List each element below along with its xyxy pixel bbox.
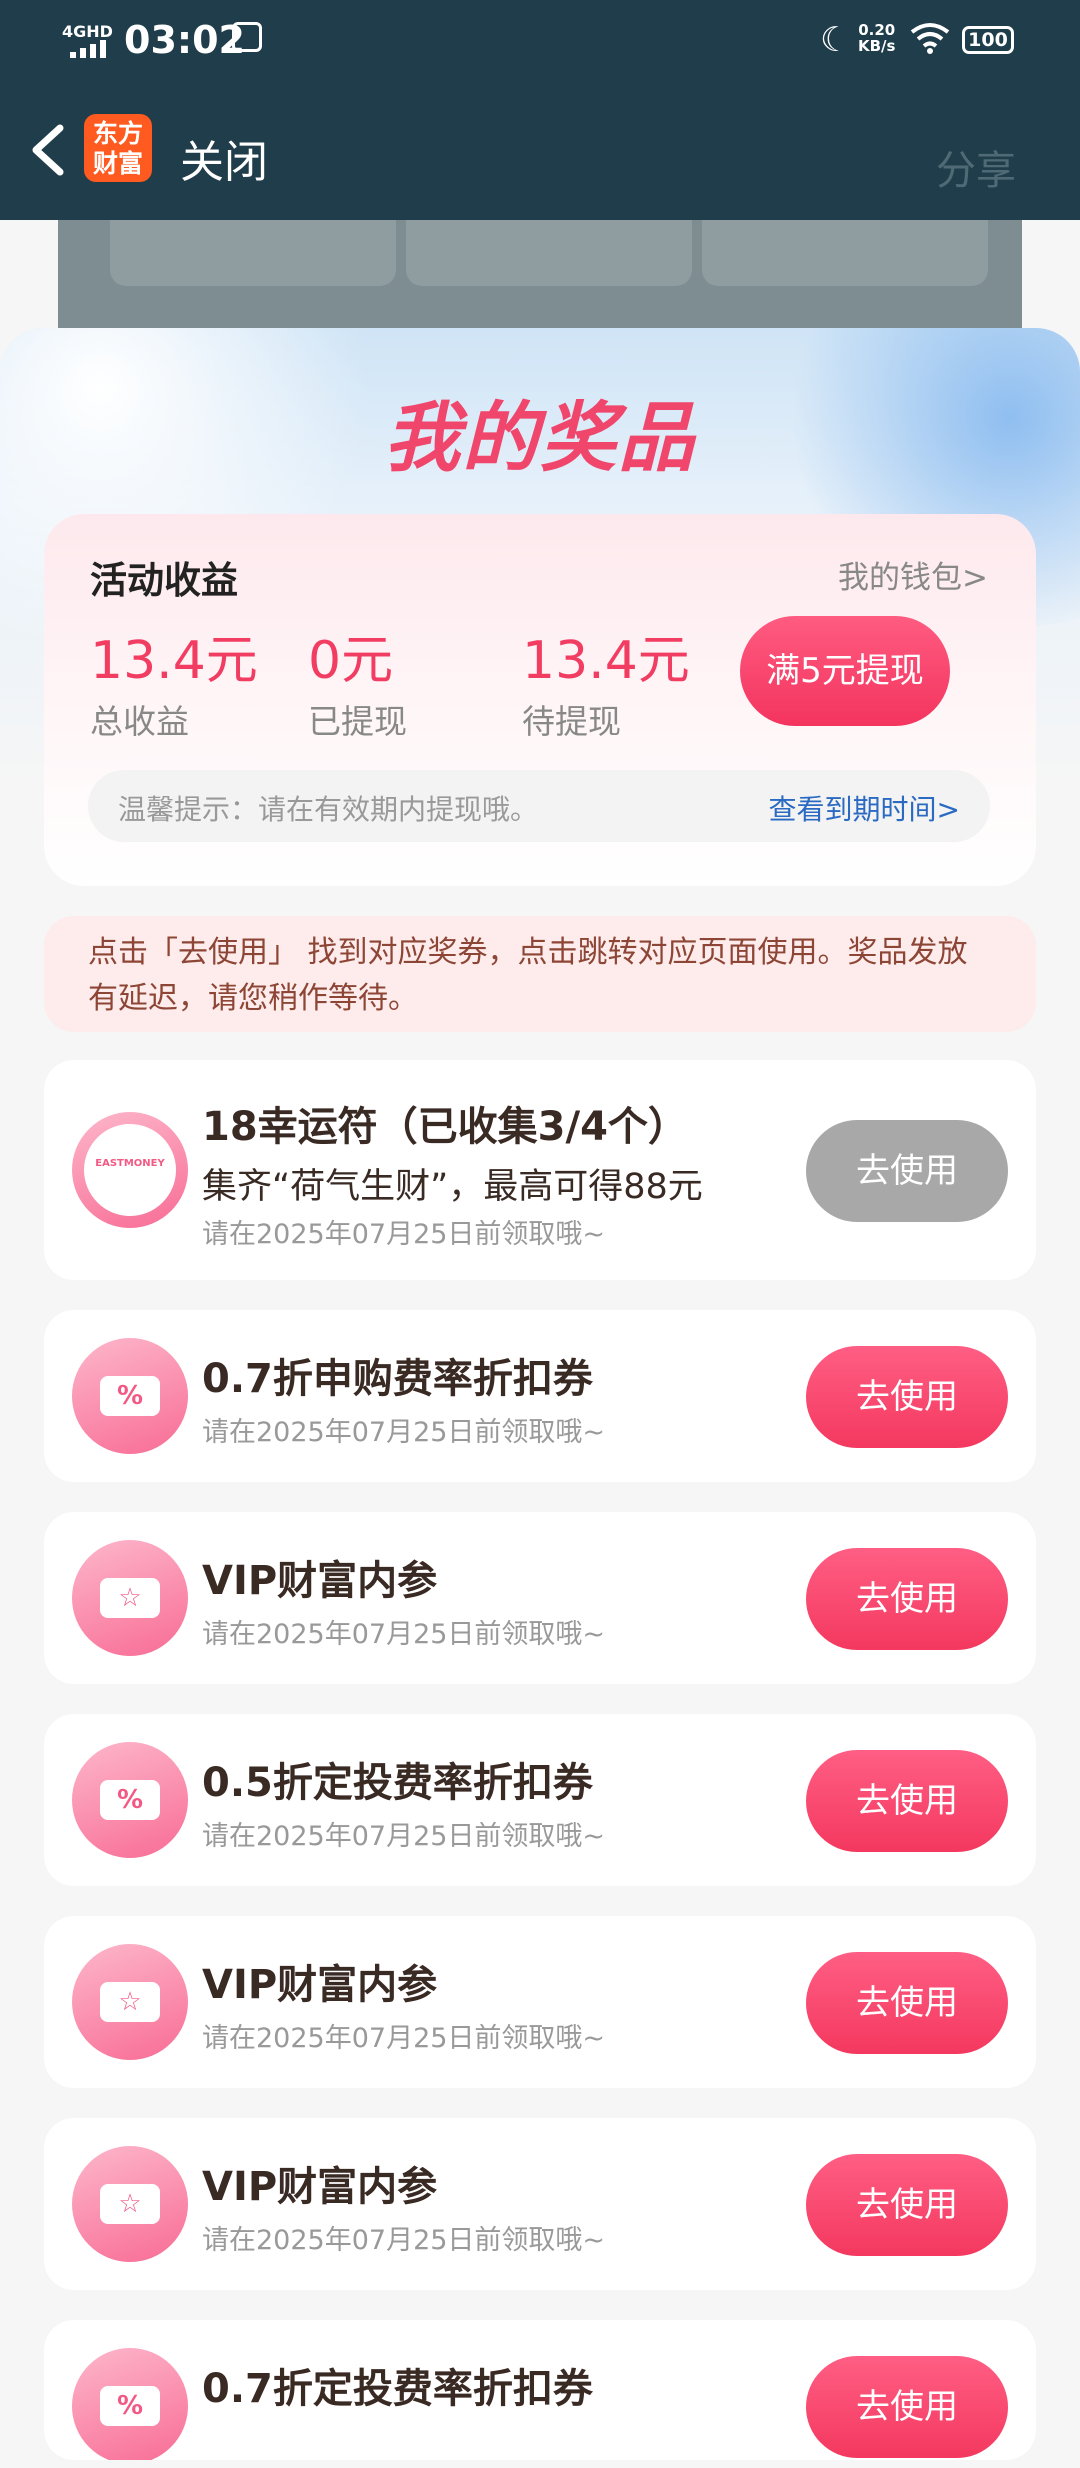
wallet-link[interactable]: 我的钱包> [838,552,988,597]
back-arrow-icon[interactable] [20,120,80,180]
prize-title: VIP财富内参 [202,2164,438,2210]
status-bar: 4GHD 03:02 ☾ 0.20 KB/s 100 [0,0,1080,80]
background-page [58,220,1022,330]
prize-expiry: 请在2025年07月25日前领取哦~ [202,2225,606,2256]
prize-expiry: 请在2025年07月25日前领取哦~ [202,1219,606,1250]
close-button[interactable]: 关闭 [180,126,268,190]
withdrawn-label: 已提现 [308,702,407,741]
tip-bar: 温馨提示：请在有效期内提现哦。 查看到期时间> [88,770,990,842]
lucky-charm-icon: EASTMONEY [72,1112,188,1228]
pending-label: 待提现 [522,702,621,741]
earnings-title: 活动收益 [90,559,238,602]
star-ticket-icon: ☆ [72,1540,188,1656]
net-speed-value: 0.20 [858,21,896,39]
use-button[interactable]: 去使用 [806,1750,1008,1852]
use-button[interactable]: 去使用 [806,2154,1008,2256]
percent-coupon-icon: % [72,1742,188,1858]
percent-coupon-glyph: % [100,1780,160,1820]
use-button[interactable]: 去使用 [806,1952,1008,2054]
total-earnings-label: 总收益 [90,702,189,741]
use-button[interactable]: 去使用 [806,1548,1008,1650]
sim-icon [232,22,262,52]
tip-text: 温馨提示：请在有效期内提现哦。 [118,793,539,826]
background-tile [406,220,692,286]
prize-title: 0.7折申购费率折扣券 [202,1356,593,1402]
moon-icon: ☾ [820,20,851,60]
prize-expiry: 请在2025年07月25日前领取哦~ [202,1619,606,1650]
prize-card: ☆ VIP财富内参 请在2025年07月25日前领取哦~ 去使用 [44,2118,1036,2290]
percent-coupon-icon: % [72,2348,188,2460]
battery-icon: 100 [962,26,1014,54]
star-ticket-icon: ☆ [72,2146,188,2262]
prize-title: 0.5折定投费率折扣券 [202,1760,593,1806]
pending-value: 13.4元 [522,631,690,691]
use-button[interactable]: 去使用 [806,2356,1008,2458]
lucky-charm-ring: EASTMONEY [84,1124,176,1216]
share-button[interactable]: 分享 [936,138,1016,196]
prize-title: 0.7折定投费率折扣券 [202,2366,593,2412]
percent-coupon-glyph: % [100,1376,160,1416]
brand-line-2: 财富 [92,149,143,178]
prize-card: ☆ VIP财富内参 请在2025年07月25日前领取哦~ 去使用 [44,1916,1036,2088]
prize-expiry: 请在2025年07月25日前领取哦~ [202,1417,606,1448]
prize-card: ☆ VIP财富内参 请在2025年07月25日前领取哦~ 去使用 [44,1512,1036,1684]
prize-subtitle: 集齐“荷气生财”，最高可得88元 [202,1167,703,1207]
prize-expiry: 请在2025年07月25日前领取哦~ [202,1821,606,1852]
prize-title: VIP财富内参 [202,1962,438,2008]
withdrawn-value: 0元 [308,631,394,691]
network-type: 4GHD [62,22,113,41]
total-earnings: 13.4元 总收益 [90,618,258,743]
star-ticket-glyph: ☆ [100,2184,160,2224]
total-earnings-value: 13.4元 [90,631,258,691]
nav-bar: 东方 财富 关闭 分享 [0,80,1080,220]
clock: 03:02 [124,18,245,62]
brand-logo: 东方 财富 [84,114,152,182]
prize-expiry: 请在2025年07月25日前领取哦~ [202,2023,606,2054]
signal-icon [70,40,106,58]
page-title: 我的奖品 [384,393,696,482]
star-ticket-icon: ☆ [72,1944,188,2060]
prize-card: EASTMONEY 18幸运符（已收集3/4个） 集齐“荷气生财”，最高可得88… [44,1060,1036,1280]
withdrawn: 0元 已提现 [308,618,407,743]
background-tile [702,220,988,286]
star-ticket-glyph: ☆ [100,1982,160,2022]
lucky-charm-text: EASTMONEY [95,1158,165,1169]
prize-card: % 0.7折申购费率折扣券 请在2025年07月25日前领取哦~ 去使用 [44,1310,1036,1482]
use-button[interactable]: 去使用 [806,1346,1008,1448]
withdraw-button[interactable]: 满5元提现 [740,616,950,726]
brand-line-1: 东方 [92,119,143,148]
pending: 13.4元 待提现 [522,618,690,743]
wifi-icon [910,23,950,54]
earnings-card: 活动收益 我的钱包> 13.4元 总收益 0元 已提现 13.4元 待提现 满5… [44,514,1036,886]
net-speed: 0.20 KB/s [858,22,895,54]
net-speed-unit: KB/s [858,37,896,55]
prize-title: 18幸运符（已收集3/4个） [202,1104,688,1150]
background-tile [110,220,396,286]
usage-notice: 点击「去使用」 找到对应奖券，点击跳转对应页面使用。奖品发放有延迟，请您稍作等待… [44,916,1036,1032]
prize-title: VIP财富内参 [202,1558,438,1604]
percent-coupon-icon: % [72,1338,188,1454]
expiry-link[interactable]: 查看到期时间> [769,788,960,828]
use-button[interactable]: 去使用 [806,1120,1008,1222]
prize-card: % 0.5折定投费率折扣券 请在2025年07月25日前领取哦~ 去使用 [44,1714,1036,1886]
percent-coupon-glyph: % [100,2386,160,2426]
prize-card: % 0.7折定投费率折扣券 去使用 [44,2320,1036,2460]
star-ticket-glyph: ☆ [100,1578,160,1618]
